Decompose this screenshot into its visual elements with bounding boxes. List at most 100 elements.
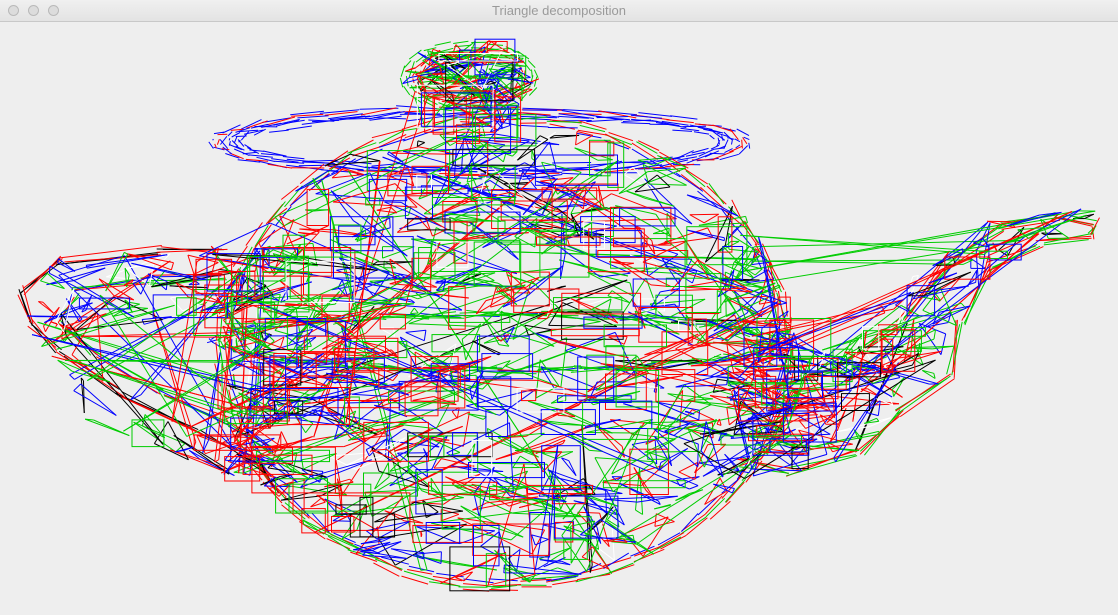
wire-segment [40, 280, 65, 290]
wire-segment [235, 340, 238, 346]
wire-segment [216, 139, 220, 145]
wire-segment [458, 379, 539, 381]
wire-segment [261, 362, 263, 376]
wire-segment [69, 374, 75, 380]
wire-segment [280, 431, 289, 446]
wire-segment [282, 156, 305, 160]
wire-segment [663, 209, 693, 225]
wire-segment [739, 221, 989, 430]
wire-segment [42, 301, 54, 314]
title-bar[interactable]: Triangle decomposition [0, 0, 1118, 22]
wire-segment [680, 174, 702, 191]
wire-segment [123, 358, 245, 432]
drawing-canvas[interactable] [0, 22, 1118, 615]
wire-segment [602, 557, 632, 567]
wire-segment [408, 323, 481, 327]
wire-segment [608, 336, 625, 345]
wire-segment [286, 125, 312, 131]
wire-segment [96, 356, 161, 395]
wire-segment [503, 564, 505, 573]
wire-segment [656, 401, 700, 411]
wire-segment [865, 411, 879, 417]
wire-segment [228, 159, 619, 403]
wire-segment [417, 140, 425, 143]
wire-segment [754, 239, 1021, 248]
wire-segment [376, 496, 404, 531]
wire-segment [507, 65, 527, 67]
wire-segment [238, 468, 240, 474]
wire-segment [398, 403, 450, 425]
wire-segment [519, 432, 545, 451]
wire-segment [877, 400, 881, 416]
wire-segment [533, 76, 538, 87]
wire-segment [660, 447, 688, 464]
wire-segment [563, 410, 613, 434]
wire-segment [57, 262, 76, 272]
wire-segment [319, 109, 360, 114]
wire-segment [644, 336, 692, 356]
wire-segment [170, 262, 174, 270]
wire-segment [399, 77, 404, 88]
wire-segment [403, 85, 411, 96]
app-window: Triangle decomposition [0, 0, 1118, 615]
wire-segment [570, 526, 572, 564]
wire-segment [227, 131, 233, 137]
wire-segment [608, 132, 634, 142]
wire-segment [604, 498, 638, 503]
wire-segment [686, 194, 713, 203]
wire-segment [62, 313, 107, 328]
wire-segment [58, 258, 76, 272]
wire-segment [403, 129, 437, 142]
wire-segment [350, 153, 381, 162]
wire-box [468, 462, 545, 479]
wire-segment [410, 85, 416, 93]
wire-segment [623, 336, 628, 345]
wire-segment [80, 383, 117, 416]
wire-segment [693, 131, 710, 135]
wire-segment [420, 534, 423, 537]
wire-segment [234, 148, 250, 157]
wire-segment [726, 407, 730, 425]
wire-segment [470, 109, 490, 114]
wire-segment [453, 40, 469, 44]
wire-segment [43, 325, 46, 332]
wire-segment [384, 201, 402, 203]
wire-segment [745, 216, 748, 224]
wire-segment [384, 406, 408, 418]
wire-segment [274, 160, 305, 164]
wire-segment [412, 396, 434, 401]
wire-segment [364, 489, 419, 493]
wire-segment [742, 224, 758, 246]
wire-segment [463, 583, 489, 587]
wire-segment [318, 400, 367, 443]
wire-segment [708, 183, 725, 205]
wire-segment [396, 105, 437, 110]
wire-segment [413, 307, 419, 314]
wire-segment [430, 478, 433, 490]
wire-segment [295, 171, 339, 192]
wire-segment [73, 383, 82, 392]
wire-segment [408, 49, 422, 60]
wire-segment [565, 331, 616, 352]
wire-segment [227, 352, 245, 361]
wire-segment [608, 562, 634, 574]
wire-segment [410, 312, 419, 315]
wire-segment [465, 323, 482, 361]
wire-segment [376, 206, 391, 211]
wire-segment [128, 301, 140, 305]
wire-segment [534, 562, 549, 571]
wire-segment [670, 115, 698, 120]
wire-segment [694, 123, 715, 127]
wire-segment [878, 336, 924, 366]
wire-segment [589, 114, 623, 121]
wire-segment [187, 254, 195, 275]
wire-segment [284, 496, 310, 519]
wire-segment [629, 282, 634, 297]
wire-segment [895, 264, 949, 323]
wire-segment [206, 339, 217, 344]
wire-segment [56, 344, 75, 350]
wire-segment [562, 508, 573, 520]
wire-segment [672, 129, 693, 132]
wire-segment [691, 147, 709, 154]
wire-segment [533, 69, 539, 78]
